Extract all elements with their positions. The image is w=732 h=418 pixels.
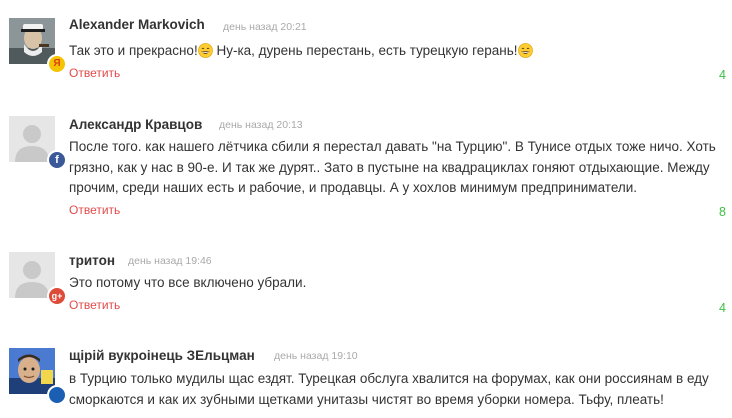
comment-text-part: Ну-ка, дурень перестань, есть турецкую г… (212, 43, 518, 58)
comment-text: Это потому что все включено убрали. (69, 275, 307, 290)
comment-author[interactable]: щірій вукроінець ЗЕльцман (69, 348, 255, 363)
comment-author[interactable]: тритон (69, 253, 115, 268)
comment-time: день назад 19:10 (274, 350, 358, 362)
comment-author[interactable]: Alexander Markovich (69, 17, 205, 32)
comment-text: в Турцию только мудилы щас ездят. Турецк… (69, 371, 709, 407)
facebook-icon: f (47, 150, 67, 170)
google-plus-icon: g+ (47, 286, 67, 306)
reply-button[interactable]: Ответить (69, 203, 120, 217)
comment-text: После того. как нашего лётчика сбили я п… (69, 139, 716, 195)
reply-button[interactable]: Ответить (69, 66, 120, 80)
grinning-emoji-icon (517, 43, 533, 58)
comment-time: день назад 20:13 (219, 119, 303, 131)
comment-text-part: Так это и прекрасно! (69, 43, 198, 58)
yandex-icon: Я (47, 54, 67, 74)
reply-button[interactable]: Ответить (69, 298, 120, 312)
comment-time: день назад 19:46 (128, 255, 212, 267)
unknown-badge-icon (47, 385, 67, 405)
like-count[interactable]: 4 (719, 68, 726, 82)
avatar[interactable] (9, 348, 55, 394)
grinning-emoji-icon (197, 43, 213, 58)
comments-list: Я Alexander Markovich день назад 20:21 Т… (0, 0, 732, 418)
comment-author[interactable]: Александр Кравцов (69, 117, 202, 132)
comment-text: Так это и прекрасно! Ну-ка, дурень перес… (69, 41, 729, 62)
comment-time: день назад 20:21 (223, 21, 307, 33)
like-count[interactable]: 8 (719, 205, 726, 219)
like-count[interactable]: 4 (719, 301, 726, 315)
avatar-image (9, 348, 55, 394)
